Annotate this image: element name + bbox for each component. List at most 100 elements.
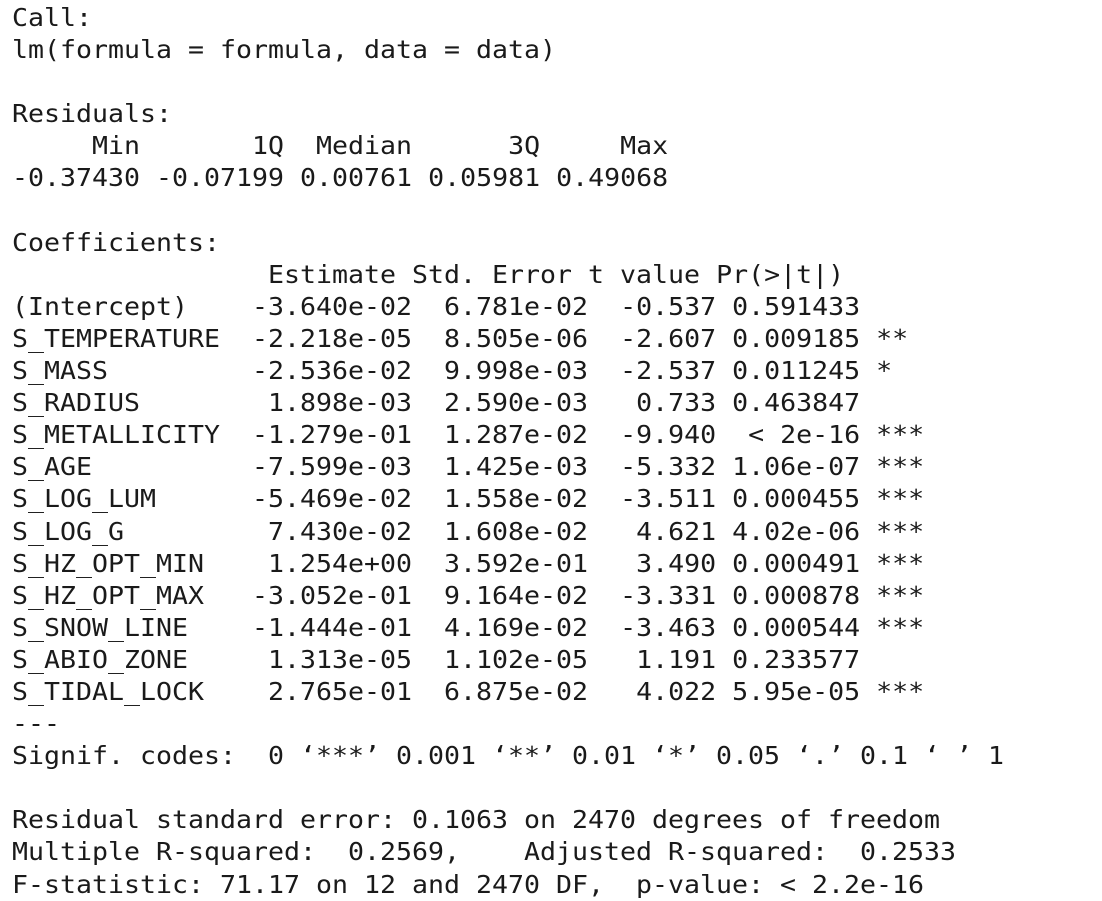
coef-t-value: 1.191 — [604, 644, 717, 674]
coef-p-value: 5.95e-05 — [732, 676, 861, 706]
coef-estimate: -3.052e-01 — [252, 580, 413, 610]
residual-header-median: Median — [300, 131, 413, 161]
r-console-output[interactable]: Call: lm(formula = formula, data = data)… — [12, 2, 1004, 901]
coef-p-value: 0.000878 — [732, 580, 861, 610]
coef-t-value: -0.537 — [604, 291, 717, 321]
coef-term: S_MASS — [12, 356, 237, 386]
coef-estimate: 1.254e+00 — [252, 548, 413, 578]
coef-t-value: -5.332 — [604, 452, 717, 482]
coef-header-p-value: Pr(>|t|) — [716, 259, 845, 289]
coef-t-value: 0.733 — [604, 388, 717, 418]
coef-row: S_METALLICITY -1.279e-01 1.287e-02 -9.94… — [12, 419, 1004, 451]
separator: --- — [12, 709, 61, 739]
coef-p-value: 0.009185 — [732, 323, 861, 353]
coef-term: S_ABIO_ZONE — [12, 644, 237, 674]
coef-signif-stars: *** — [876, 548, 925, 578]
coef-t-value: 4.621 — [604, 516, 717, 546]
coef-term: (Intercept) — [12, 291, 237, 321]
coef-row: S_LOG_LUM -5.469e-02 1.558e-02 -3.511 0.… — [12, 483, 1004, 515]
coef-t-value: -9.940 — [604, 420, 717, 450]
coef-t-value: 4.022 — [604, 676, 717, 706]
coef-row: (Intercept) -3.640e-02 6.781e-02 -0.537 … — [12, 291, 1004, 323]
coef-estimate: 2.765e-01 — [252, 676, 413, 706]
coef-p-value: 0.233577 — [732, 644, 861, 674]
coef-t-value: -2.537 — [604, 356, 717, 386]
coef-std-error: 8.505e-06 — [428, 323, 589, 353]
coef-signif-stars: *** — [876, 516, 925, 546]
coef-p-value: 1.06e-07 — [732, 452, 861, 482]
coef-t-value: -3.463 — [604, 612, 717, 642]
residuals-label: Residuals: — [12, 99, 173, 129]
coef-row: S_RADIUS 1.898e-03 2.590e-03 0.733 0.463… — [12, 387, 1004, 419]
coef-signif-stars: *** — [876, 420, 925, 450]
coef-estimate: 1.898e-03 — [252, 388, 413, 418]
coef-std-error: 9.998e-03 — [428, 356, 589, 386]
coef-std-error: 3.592e-01 — [428, 548, 589, 578]
coef-t-value: -3.511 — [604, 484, 717, 514]
coef-row: S_SNOW_LINE -1.444e-01 4.169e-02 -3.463 … — [12, 612, 1004, 644]
call-label: Call: — [12, 3, 93, 32]
coef-p-value: 0.000455 — [732, 484, 861, 514]
coef-t-value: -2.607 — [604, 323, 717, 353]
coef-estimate: -7.599e-03 — [252, 452, 413, 482]
f-statistic-line: F-statistic: 71.17 on 12 and 2470 DF, p-… — [12, 869, 924, 899]
coef-row: S_HZ_OPT_MAX -3.052e-01 9.164e-02 -3.331… — [12, 580, 1004, 612]
coefficients-label: Coefficients: — [12, 227, 221, 257]
coef-p-value: 4.02e-06 — [732, 516, 861, 546]
coef-row: S_ABIO_ZONE 1.313e-05 1.102e-05 1.191 0.… — [12, 644, 1004, 676]
coef-term: S_TEMPERATURE — [12, 323, 237, 353]
coef-std-error: 1.608e-02 — [428, 516, 589, 546]
coef-estimate: 7.430e-02 — [252, 516, 413, 546]
coef-term: S_RADIUS — [12, 388, 237, 418]
coef-term: S_LOG_LUM — [12, 484, 237, 514]
residuals-values: -0.37430 -0.07199 0.00761 0.05981 0.4906… — [12, 162, 1004, 194]
residual-value-max: 0.49068 — [556, 163, 669, 193]
coef-row: S_AGE -7.599e-03 1.425e-03 -5.332 1.06e-… — [12, 451, 1004, 483]
coef-signif-stars: *** — [876, 676, 925, 706]
coef-term: S_SNOW_LINE — [12, 612, 237, 642]
r-squared-line: Multiple R-squared: 0.2569, Adjusted R-s… — [12, 837, 956, 867]
coef-std-error: 6.781e-02 — [428, 291, 589, 321]
coef-estimate: -3.640e-02 — [252, 291, 413, 321]
coef-row: S_TEMPERATURE -2.218e-05 8.505e-06 -2.60… — [12, 323, 1004, 355]
residual-value-1q: -0.07199 — [156, 163, 285, 193]
coef-term: S_HZ_OPT_MAX — [12, 580, 237, 610]
coef-p-value: 0.000544 — [732, 612, 861, 642]
coef-estimate: -1.279e-01 — [252, 420, 413, 450]
coef-p-value: 0.011245 — [732, 356, 861, 386]
coef-signif-stars: ** — [876, 323, 909, 353]
coef-std-error: 6.875e-02 — [428, 676, 589, 706]
coef-std-error: 1.102e-05 — [428, 644, 589, 674]
coef-row: S_LOG_G 7.430e-02 1.608e-02 4.621 4.02e-… — [12, 516, 1004, 548]
coef-t-value: 3.490 — [604, 548, 717, 578]
coef-term: S_TIDAL_LOCK — [12, 676, 237, 706]
coef-header-std-error: Std. Error — [412, 259, 573, 289]
residual-header-3q: 3Q — [428, 131, 541, 161]
coef-row: S_HZ_OPT_MIN 1.254e+00 3.592e-01 3.490 0… — [12, 548, 1004, 580]
coef-estimate: -1.444e-01 — [252, 612, 413, 642]
residual-value-median: 0.00761 — [300, 163, 413, 193]
residual-header-max: Max — [556, 131, 669, 161]
residuals-header: Min 1Q Median 3Q Max — [12, 130, 1004, 162]
coef-estimate: -5.469e-02 — [252, 484, 413, 514]
call-expression: lm(formula = formula, data = data) — [12, 35, 556, 65]
residual-value-3q: 0.05981 — [428, 163, 541, 193]
residual-header-1q: 1Q — [156, 131, 285, 161]
coef-signif-stars: * — [876, 356, 893, 386]
coef-row: S_MASS -2.536e-02 9.998e-03 -2.537 0.011… — [12, 355, 1004, 387]
coef-t-value: -3.331 — [604, 580, 717, 610]
coef-std-error: 2.590e-03 — [428, 388, 589, 418]
residual-header-min: Min — [12, 131, 141, 161]
coef-signif-stars: *** — [876, 484, 925, 514]
coef-header-estimate: Estimate — [236, 259, 397, 289]
coef-std-error: 9.164e-02 — [428, 580, 589, 610]
coef-row: S_TIDAL_LOCK 2.765e-01 6.875e-02 4.022 5… — [12, 676, 1004, 708]
coef-signif-stars: *** — [876, 612, 925, 642]
coef-term: S_LOG_G — [12, 516, 237, 546]
coef-std-error: 4.169e-02 — [428, 612, 589, 642]
coef-p-value: 0.591433 — [732, 291, 861, 321]
coef-p-value: < 2e-16 — [732, 420, 861, 450]
coef-signif-stars: *** — [876, 580, 925, 610]
